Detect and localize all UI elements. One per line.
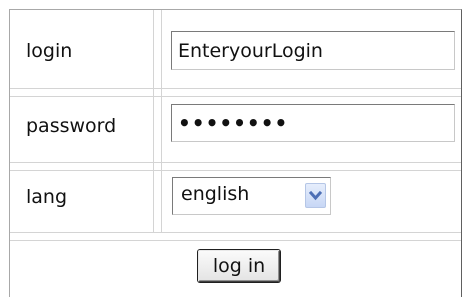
login-form: login password lang english log in xyxy=(9,9,462,297)
row-divider xyxy=(10,88,461,89)
login-input[interactable] xyxy=(171,31,455,70)
row-divider xyxy=(10,162,461,163)
chevron-down-icon-glyph xyxy=(308,190,323,201)
row-divider xyxy=(10,170,461,171)
login-button[interactable]: log in xyxy=(198,250,280,282)
column-divider xyxy=(161,10,162,232)
lang-select[interactable]: english xyxy=(172,177,331,215)
password-label: password xyxy=(26,115,117,137)
row-divider xyxy=(10,240,461,241)
password-input[interactable] xyxy=(171,104,455,142)
lang-selected-value: english xyxy=(181,183,250,205)
column-divider xyxy=(153,10,154,232)
lang-label: lang xyxy=(26,186,68,208)
row-divider xyxy=(10,232,461,233)
row-divider xyxy=(10,96,461,97)
login-label: login xyxy=(26,40,73,62)
chevron-down-icon[interactable] xyxy=(305,183,326,208)
login-page: login password lang english log in xyxy=(0,0,465,297)
